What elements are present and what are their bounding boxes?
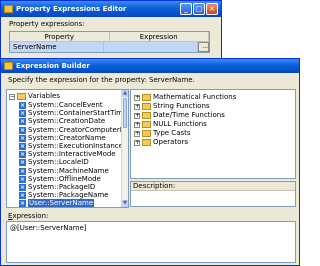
expression-label: Expression: <box>8 212 48 220</box>
expand-icon[interactable]: + <box>134 139 140 146</box>
variable-label: User::ServerName <box>28 199 95 208</box>
variable-icon: × <box>19 110 26 118</box>
variable-icon: × <box>19 143 26 150</box>
function-category-label: NULL Functions <box>153 120 207 128</box>
expression-builder-window: Expression Builder Specify the expressio… <box>0 58 300 266</box>
function-category-label: Mathematical Functions <box>153 93 237 101</box>
expression-cell[interactable] <box>104 42 199 52</box>
function-category-label: Type Casts <box>153 129 191 137</box>
variable-icon: × <box>19 118 26 126</box>
folder-icon <box>142 103 151 110</box>
vertical-scrollbar[interactable]: ▲ ▼ <box>121 90 128 207</box>
variable-item[interactable]: × User::ServerName <box>19 199 95 208</box>
variable-icon: × <box>19 151 26 159</box>
function-category-label: String Functions <box>153 102 210 110</box>
column-header-expression[interactable]: Expression <box>110 32 209 41</box>
variable-icon: × <box>19 167 26 175</box>
expression-prompt-label: Specify the expression for the property:… <box>8 76 195 84</box>
variable-icon: × <box>19 159 26 167</box>
expression-builder-titlebar[interactable]: Expression Builder <box>1 59 299 73</box>
variable-icon: × <box>19 192 26 200</box>
folder-icon <box>17 93 26 100</box>
function-category-item[interactable]: + NULL Functions <box>134 120 207 129</box>
expand-icon[interactable]: + <box>134 121 140 128</box>
variable-icon: × <box>19 175 26 183</box>
property-expressions-label: Property expressions: <box>9 20 85 28</box>
property-expressions-editor-titlebar[interactable]: Property Expressions Editor _ □ ✕ <box>1 1 221 17</box>
function-category-item[interactable]: + Operators <box>134 138 188 147</box>
scrollbar-thumb[interactable] <box>123 98 127 128</box>
ellipsis-button[interactable]: ... <box>198 42 210 52</box>
maximize-button[interactable]: □ <box>193 3 205 15</box>
expand-icon[interactable]: + <box>134 130 140 137</box>
expand-icon[interactable]: + <box>134 94 140 101</box>
expand-icon[interactable]: + <box>134 103 140 110</box>
folder-icon <box>142 121 151 128</box>
scroll-up-arrow-icon[interactable]: ▲ <box>122 90 128 97</box>
description-label: Description: <box>131 182 295 191</box>
description-panel: Description: <box>130 181 296 207</box>
expression-textbox[interactable]: @[User::ServerName] <box>6 221 296 263</box>
variables-tree[interactable]: − Variables × System::CancelEvent × System:… <box>6 89 129 208</box>
collapse-icon[interactable]: − <box>9 93 15 100</box>
function-category-item[interactable]: + Date/Time Functions <box>134 111 225 120</box>
expand-icon[interactable]: + <box>134 112 140 119</box>
window-title: Expression Builder <box>16 62 90 70</box>
folder-icon <box>142 94 151 101</box>
functions-tree[interactable]: + Mathematical Functions + String Functions… <box>130 89 296 179</box>
variable-icon: × <box>19 102 26 109</box>
variable-icon: × <box>19 134 26 142</box>
variables-root-label: Variables <box>28 92 60 100</box>
function-category-label: Date/Time Functions <box>153 111 225 119</box>
variable-icon: × <box>19 200 26 208</box>
grid-header: Property Expression <box>10 32 209 42</box>
scroll-down-arrow-icon[interactable]: ▼ <box>122 200 128 207</box>
window-app-icon <box>4 5 13 13</box>
window-title: Property Expressions Editor <box>16 5 127 13</box>
folder-icon <box>142 112 151 119</box>
close-button[interactable]: ✕ <box>206 3 218 15</box>
property-expressions-grid: Property Expression ServerName ... <box>9 31 210 53</box>
variable-icon: × <box>19 184 26 191</box>
column-header-property[interactable]: Property <box>10 32 110 41</box>
expression-label-text: xpression: <box>12 212 49 220</box>
minimize-button[interactable]: _ <box>180 3 192 15</box>
window-app-icon <box>4 62 13 70</box>
folder-icon <box>142 130 151 137</box>
function-category-item[interactable]: + Mathematical Functions <box>134 93 236 102</box>
function-category-item[interactable]: + Type Casts <box>134 129 191 138</box>
property-cell[interactable]: ServerName <box>10 42 105 52</box>
table-row[interactable]: ServerName ... <box>10 42 210 52</box>
folder-icon <box>142 139 151 146</box>
variable-icon: × <box>19 126 26 134</box>
function-category-item[interactable]: + String Functions <box>134 102 210 111</box>
function-category-label: Operators <box>153 138 188 146</box>
variables-root-node[interactable]: − Variables <box>9 92 60 101</box>
